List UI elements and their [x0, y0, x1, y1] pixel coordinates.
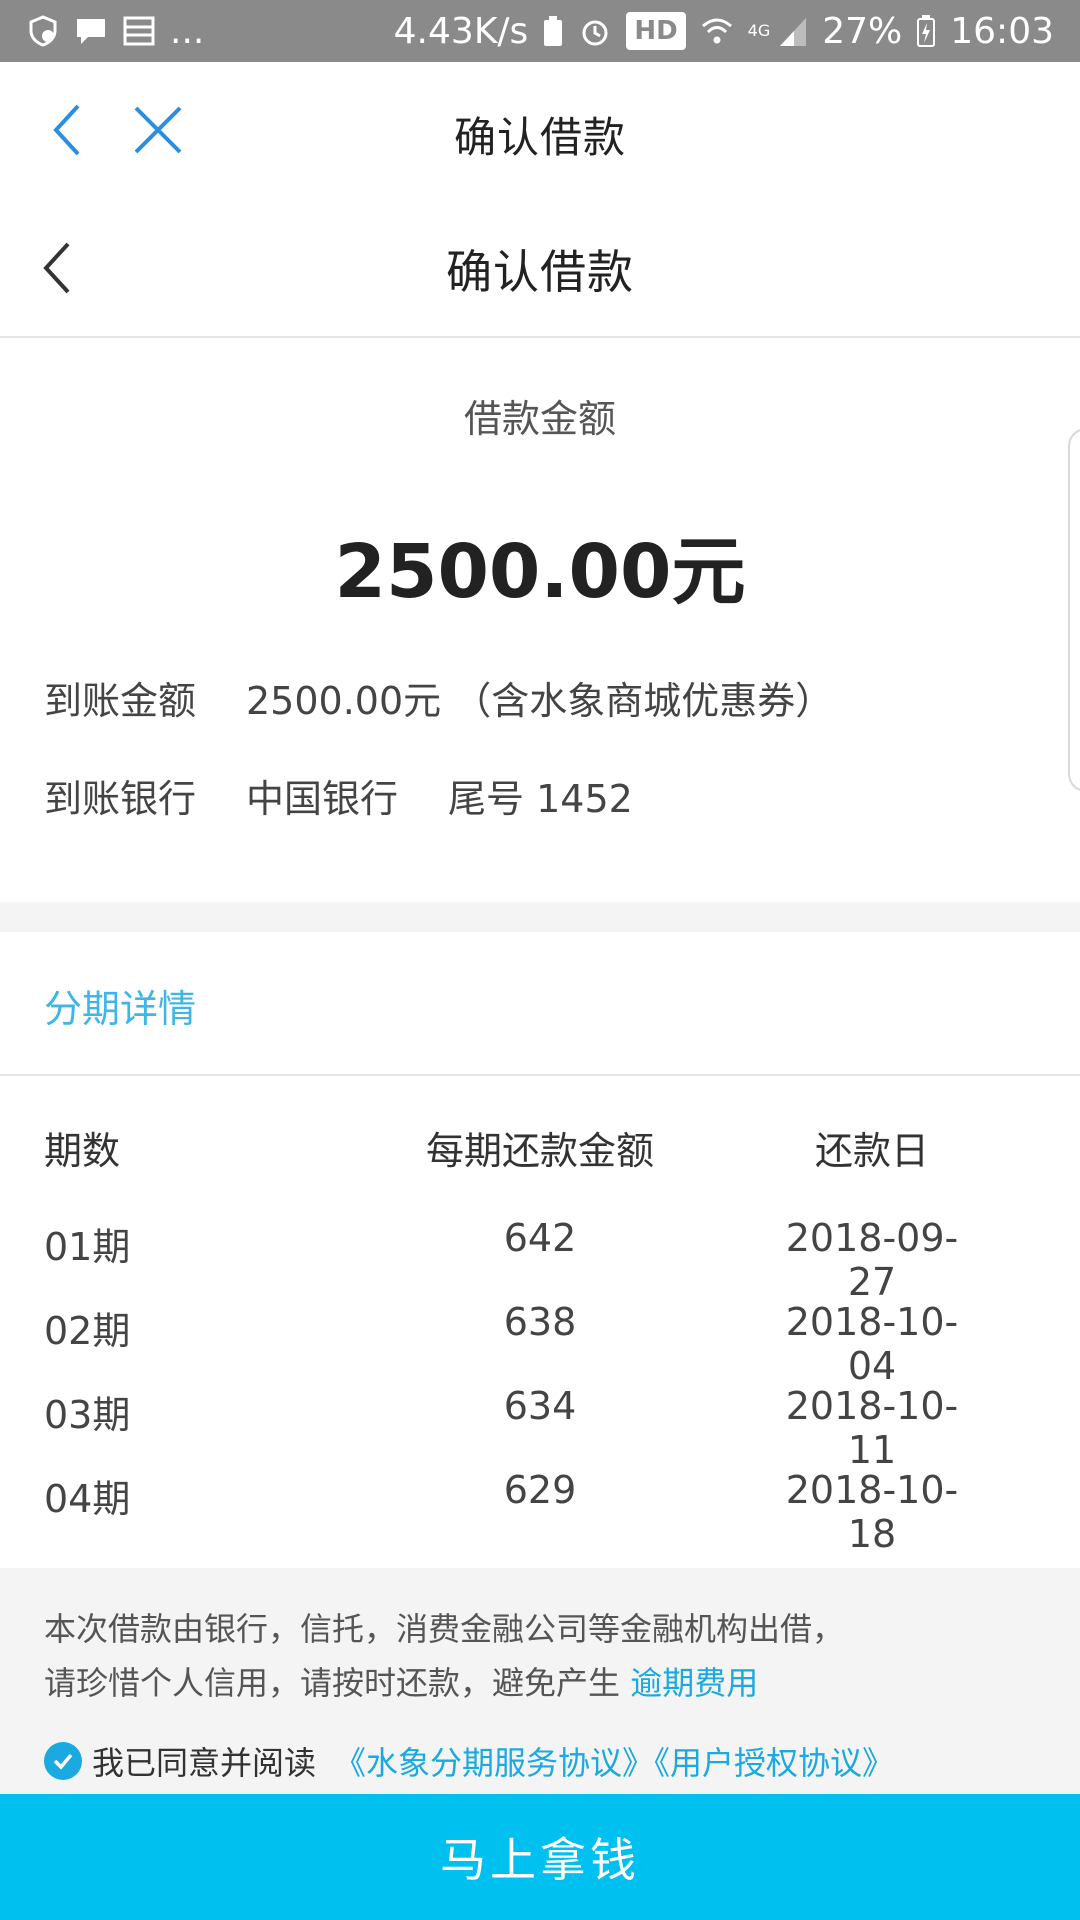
agreement-links[interactable]: 《水象分期服务协议》《用户授权协议》	[334, 1738, 894, 1784]
signal-icon	[778, 14, 808, 48]
overdue-fee-link[interactable]: 逾期费用	[630, 1664, 758, 1702]
alarm-icon	[578, 14, 612, 48]
table-row: 02期 638 2018-10-04	[0, 1300, 1080, 1388]
agree-checkbox[interactable]	[44, 1742, 82, 1780]
agree-text: 我已同意并阅读	[92, 1744, 317, 1782]
notice-line-1: 本次借款由银行，信托，消费金融公司等金融机构出借，	[44, 1610, 845, 1648]
installment-table: 期数 每期还款金额 还款日 01期 642 2018-09-27 02期 638…	[0, 1078, 1080, 1568]
row-date: 2018-10-11	[785, 1384, 959, 1472]
header-date: 还款日	[814, 1129, 929, 1173]
arrival-bank-label: 到账银行	[44, 777, 197, 821]
bank-name: 中国银行	[246, 777, 399, 821]
status-bar: ... 4.43K/s HD 4G 27% 16:03	[0, 0, 1080, 62]
table-header-row: 期数 每期还款金额 还款日	[0, 1120, 1080, 1180]
clock: 16:03	[950, 10, 1054, 52]
agreement-row: 我已同意并阅读 《水象分期服务协议》《用户授权协议》	[44, 1738, 894, 1784]
row-date: 2018-10-18	[785, 1468, 959, 1556]
amount-value: 2500.00元	[334, 529, 746, 615]
outer-nav-bar: 确认借款	[0, 62, 1080, 198]
network-type: 4G	[747, 20, 771, 40]
hd-badge: HD	[626, 12, 686, 50]
inner-nav-bar: 确认借款	[0, 198, 1080, 338]
table-row: 01期 642 2018-09-27	[0, 1216, 1080, 1304]
table-row: 04期 629 2018-10-18	[0, 1468, 1080, 1556]
net-speed: 4.43K/s	[393, 10, 529, 52]
arrival-amount-value: 2500.00元 （含水象商城优惠券）	[246, 679, 834, 723]
shield-icon	[26, 14, 60, 48]
amount-label: 借款金额	[463, 397, 616, 441]
row-date: 2018-09-27	[785, 1216, 959, 1304]
battery-saver-icon	[542, 14, 564, 48]
notice-line-2: 请珍惜个人信用，请按时还款，避免产生 逾期费用	[44, 1658, 758, 1704]
arrival-amount-row: 到账金额 2500.00元 （含水象商城优惠券）	[44, 670, 833, 725]
wifi-icon	[700, 14, 734, 48]
side-drawer-handle[interactable]	[1068, 428, 1080, 792]
installment-header: 分期详情	[0, 932, 1080, 1076]
loan-amount-card: 借款金额 2500.00元 到账金额 2500.00元 （含水象商城优惠券） 到…	[0, 340, 1080, 902]
installment-title: 分期详情	[44, 987, 197, 1031]
checkmark-icon	[53, 1753, 73, 1770]
page-title: 确认借款	[446, 245, 634, 299]
row-date: 2018-10-04	[785, 1300, 959, 1388]
get-money-button[interactable]: 马上拿钱	[0, 1794, 1080, 1920]
battery-percent: 27%	[822, 10, 903, 52]
section-divider	[0, 902, 1080, 932]
arrival-bank-row: 到账银行 中国银行 尾号 1452	[44, 768, 633, 823]
outer-page-title: 确认借款	[453, 113, 626, 162]
notice-line-2-text: 请珍惜个人信用，请按时还款，避免产生	[44, 1664, 621, 1702]
status-right: 4.43K/s HD 4G 27% 16:03	[394, 11, 1054, 52]
message-icon	[74, 14, 108, 48]
storage-icon	[122, 14, 156, 48]
status-left: ...	[26, 11, 204, 52]
battery-charging-icon	[916, 14, 936, 48]
bank-tail-number: 尾号 1452	[448, 777, 633, 821]
table-row: 03期 634 2018-10-11	[0, 1384, 1080, 1472]
status-more: ...	[170, 10, 205, 52]
arrival-amount-label: 到账金额	[44, 679, 197, 723]
notice-panel: 本次借款由银行，信托，消费金融公司等金融机构出借， 请珍惜个人信用，请按时还款，…	[0, 1568, 1080, 1794]
